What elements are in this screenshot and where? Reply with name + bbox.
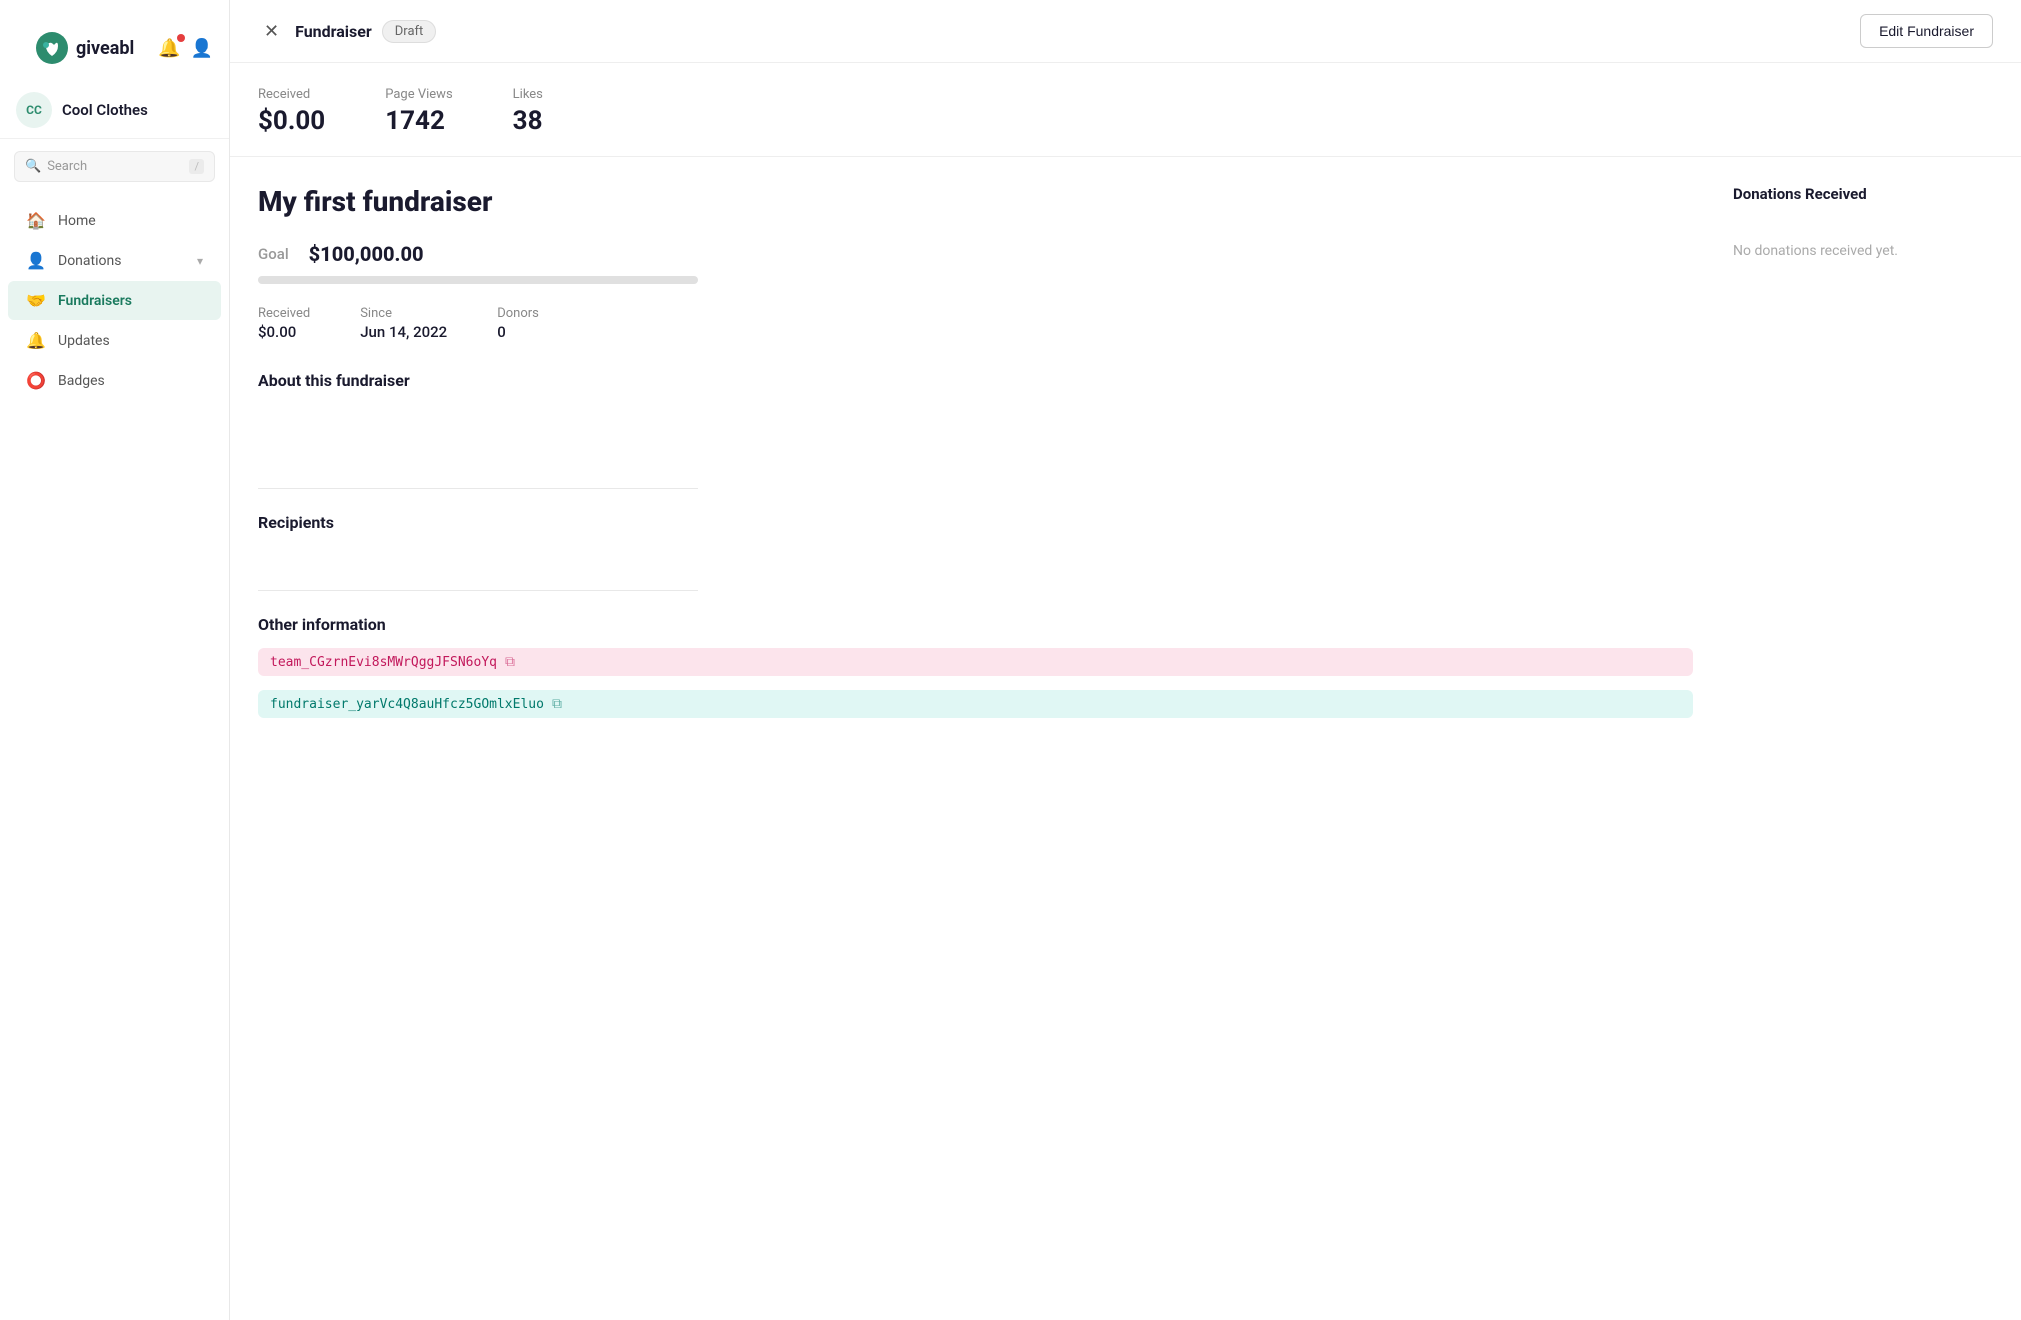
sidebar-item-badges[interactable]: ⭕ Badges (8, 361, 221, 400)
no-donations-text: No donations received yet. (1733, 243, 1993, 259)
about-section: About this fundraiser (258, 371, 1693, 464)
donations-panel: Donations Received No donations received… (1733, 185, 1993, 726)
team-tag-value: team_CGzrnEvi8sMWrQggJFSN6oYq (270, 655, 497, 670)
team-tag: team_CGzrnEvi8sMWrQggJFSN6oYq ⧉ (258, 648, 1693, 676)
notifications-bell[interactable]: 🔔 (158, 38, 180, 59)
chevron-down-icon: ▾ (197, 254, 203, 268)
received-row: Received $0.00 Since Jun 14, 2022 Donors… (258, 306, 1693, 341)
top-bar: ✕ Fundraiser Draft Edit Fundraiser (230, 0, 2021, 63)
tags-list: team_CGzrnEvi8sMWrQggJFSN6oYq ⧉ fundrais… (258, 648, 1693, 726)
sidebar-logo: giveabl (16, 14, 154, 82)
sidebar-header: giveabl 🔔 👤 (0, 0, 229, 82)
donors-item: Donors 0 (497, 306, 539, 341)
stat-likes: Likes 38 (513, 87, 543, 136)
sidebar-item-home-label: Home (58, 213, 96, 229)
donors-value: 0 (497, 323, 539, 341)
content-area: My first fundraiser Goal $100,000.00 Rec… (230, 157, 2021, 754)
notification-badge (177, 34, 185, 42)
goal-row: Goal $100,000.00 (258, 242, 1693, 266)
stat-page-views: Page Views 1742 (385, 87, 452, 136)
giveabl-logo-icon (36, 32, 68, 64)
stats-row: Received $0.00 Page Views 1742 Likes 38 (230, 63, 2021, 157)
sidebar-item-donations-label: Donations (58, 253, 121, 269)
sidebar-item-badges-label: Badges (58, 373, 105, 389)
recipients-title: Recipients (258, 513, 1693, 532)
fundraiser-tag: fundraiser_yarVc4Q8auHfcz5GOmlxEluo ⧉ (258, 690, 1693, 718)
sidebar-item-updates[interactable]: 🔔 Updates (8, 321, 221, 360)
divider-1 (258, 488, 698, 489)
other-info-title: Other information (258, 615, 1693, 634)
stat-received-label: Received (258, 87, 325, 102)
page-title: Fundraiser (295, 22, 372, 41)
org-name: Cool Clothes (62, 101, 148, 119)
home-icon: 🏠 (26, 211, 46, 230)
stat-page-views-label: Page Views (385, 87, 452, 102)
search-shortcut: / (189, 159, 204, 174)
org-row[interactable]: CC Cool Clothes (0, 82, 229, 139)
stat-received-value: $0.00 (258, 106, 325, 136)
fundraiser-title: My first fundraiser (258, 185, 1693, 218)
top-bar-left: ✕ Fundraiser Draft (258, 19, 436, 44)
updates-icon: 🔔 (26, 331, 46, 350)
since-value: Jun 14, 2022 (360, 323, 447, 341)
sidebar-item-home[interactable]: 🏠 Home (8, 201, 221, 240)
user-avatar-icon[interactable]: 👤 (191, 38, 213, 59)
main-content: ✕ Fundraiser Draft Edit Fundraiser Recei… (230, 0, 2021, 1320)
sidebar-item-donations[interactable]: 👤 Donations ▾ (8, 241, 221, 280)
sidebar-item-fundraisers[interactable]: 🤝 Fundraisers (8, 281, 221, 320)
about-title: About this fundraiser (258, 371, 1693, 390)
progress-bar (258, 276, 698, 284)
content-left: My first fundraiser Goal $100,000.00 Rec… (258, 185, 1693, 726)
sidebar-item-fundraisers-label: Fundraisers (58, 293, 132, 309)
nav-section: 🏠 Home 👤 Donations ▾ 🤝 Fundraisers 🔔 Upd… (0, 194, 229, 407)
search-bar[interactable]: 🔍 Search / (14, 151, 215, 182)
stat-likes-label: Likes (513, 87, 543, 102)
badges-icon: ⭕ (26, 371, 46, 390)
since-label: Since (360, 306, 447, 321)
recipients-content (258, 546, 1693, 566)
stat-received: Received $0.00 (258, 87, 325, 136)
sidebar: giveabl 🔔 👤 CC Cool Clothes 🔍 Search / 🏠… (0, 0, 230, 1320)
goal-label: Goal (258, 245, 289, 263)
close-button[interactable]: ✕ (258, 19, 285, 44)
divider-2 (258, 590, 698, 591)
copy-fundraiser-tag-icon[interactable]: ⧉ (552, 696, 562, 712)
other-info-section: Other information team_CGzrnEvi8sMWrQggJ… (258, 615, 1693, 726)
donations-icon: 👤 (26, 251, 46, 270)
search-placeholder: Search (47, 159, 183, 174)
received-value: $0.00 (258, 323, 310, 341)
donations-received-title: Donations Received (1733, 185, 1993, 203)
about-content (258, 404, 1693, 464)
search-icon: 🔍 (25, 159, 41, 174)
received-label: Received (258, 306, 310, 321)
copy-team-tag-icon[interactable]: ⧉ (505, 654, 515, 670)
sidebar-item-updates-label: Updates (58, 333, 110, 349)
edit-fundraiser-button[interactable]: Edit Fundraiser (1860, 14, 1993, 48)
received-item: Received $0.00 (258, 306, 310, 341)
org-avatar: CC (16, 92, 52, 128)
stat-page-views-value: 1742 (385, 106, 452, 136)
fundraiser-tag-value: fundraiser_yarVc4Q8auHfcz5GOmlxEluo (270, 697, 544, 712)
logo-text: giveabl (76, 38, 134, 59)
since-item: Since Jun 14, 2022 (360, 306, 447, 341)
recipients-section: Recipients (258, 513, 1693, 566)
goal-amount: $100,000.00 (309, 242, 424, 266)
donors-label: Donors (497, 306, 539, 321)
fundraisers-icon: 🤝 (26, 291, 46, 310)
stat-likes-value: 38 (513, 106, 543, 136)
status-badge: Draft (382, 20, 437, 43)
